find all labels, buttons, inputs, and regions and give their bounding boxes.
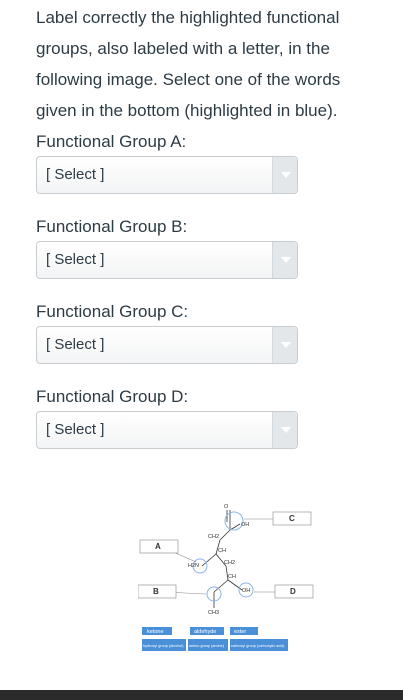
group-c-select-value: [ Select ] [46,336,105,353]
group-a-select-value: [ Select ] [46,166,105,183]
group-a-select[interactable]: [ Select ] [36,156,298,194]
option-hydroxyl-label: hydroxyl group (alcohol) [143,644,184,648]
atom-ch2: CH2 [224,560,235,566]
group-d-select[interactable]: [ Select ] [36,411,298,449]
group-b-select-value: [ Select ] [46,251,105,268]
question-text: Label correctly the highlighted function… [36,2,386,126]
group-c-dropdown-toggle[interactable] [272,327,297,363]
label-connectors [163,518,276,595]
option-ketone-label: ketone [147,629,164,635]
label-b: B [153,587,159,596]
question-line: given in the bottom (highlighted in blue… [36,101,338,120]
atom-ch2: CH2 [208,534,219,540]
bottom-bar [0,690,403,700]
chevron-down-icon [281,427,291,433]
option-ester-label: ester [234,629,246,635]
chevron-down-icon [281,172,291,178]
atom-ch: CH [218,548,226,554]
group-b-dropdown-toggle[interactable] [272,242,297,278]
label-a: A [155,542,161,551]
group-b-select[interactable]: [ Select ] [36,241,298,279]
chevron-down-icon [281,257,291,263]
question-line: groups, also labeled with a letter, in t… [36,39,330,58]
group-a-dropdown-toggle[interactable] [272,157,297,193]
atom-o: O [224,504,229,510]
label-d: D [290,587,296,596]
molecule-bonds [201,510,243,608]
label-c: C [289,514,295,523]
option-aldehyde-label: aldehyde [194,629,216,635]
option-amino-label: amino group (amine) [189,644,225,648]
group-d-label: Functional Group D: [36,387,189,406]
atom-h2n: H2N [188,563,199,569]
group-c-select[interactable]: [ Select ] [36,326,298,364]
group-c-label: Functional Group C: [36,302,189,321]
atom-ch: CH [228,574,236,580]
group-a-label: Functional Group A: [36,132,187,151]
atom-oh: OH [242,588,250,594]
group-d-dropdown-toggle[interactable] [272,412,297,448]
chevron-down-icon [281,342,291,348]
question-line: Label correctly the highlighted function… [36,8,340,27]
question-line: following image. Select one of the words [36,70,341,89]
atom-ch3: CH3 [208,610,219,616]
atom-oh: OH [241,522,249,528]
group-b-label: Functional Group B: [36,217,188,236]
molecule-diagram: O OH CH2 H2N CH CH2 CH OH CH3 C A B D ke… [138,504,314,651]
group-d-select-value: [ Select ] [46,421,105,438]
option-carboxyl-label: carboxyl group (carboxylic acid) [231,644,285,648]
